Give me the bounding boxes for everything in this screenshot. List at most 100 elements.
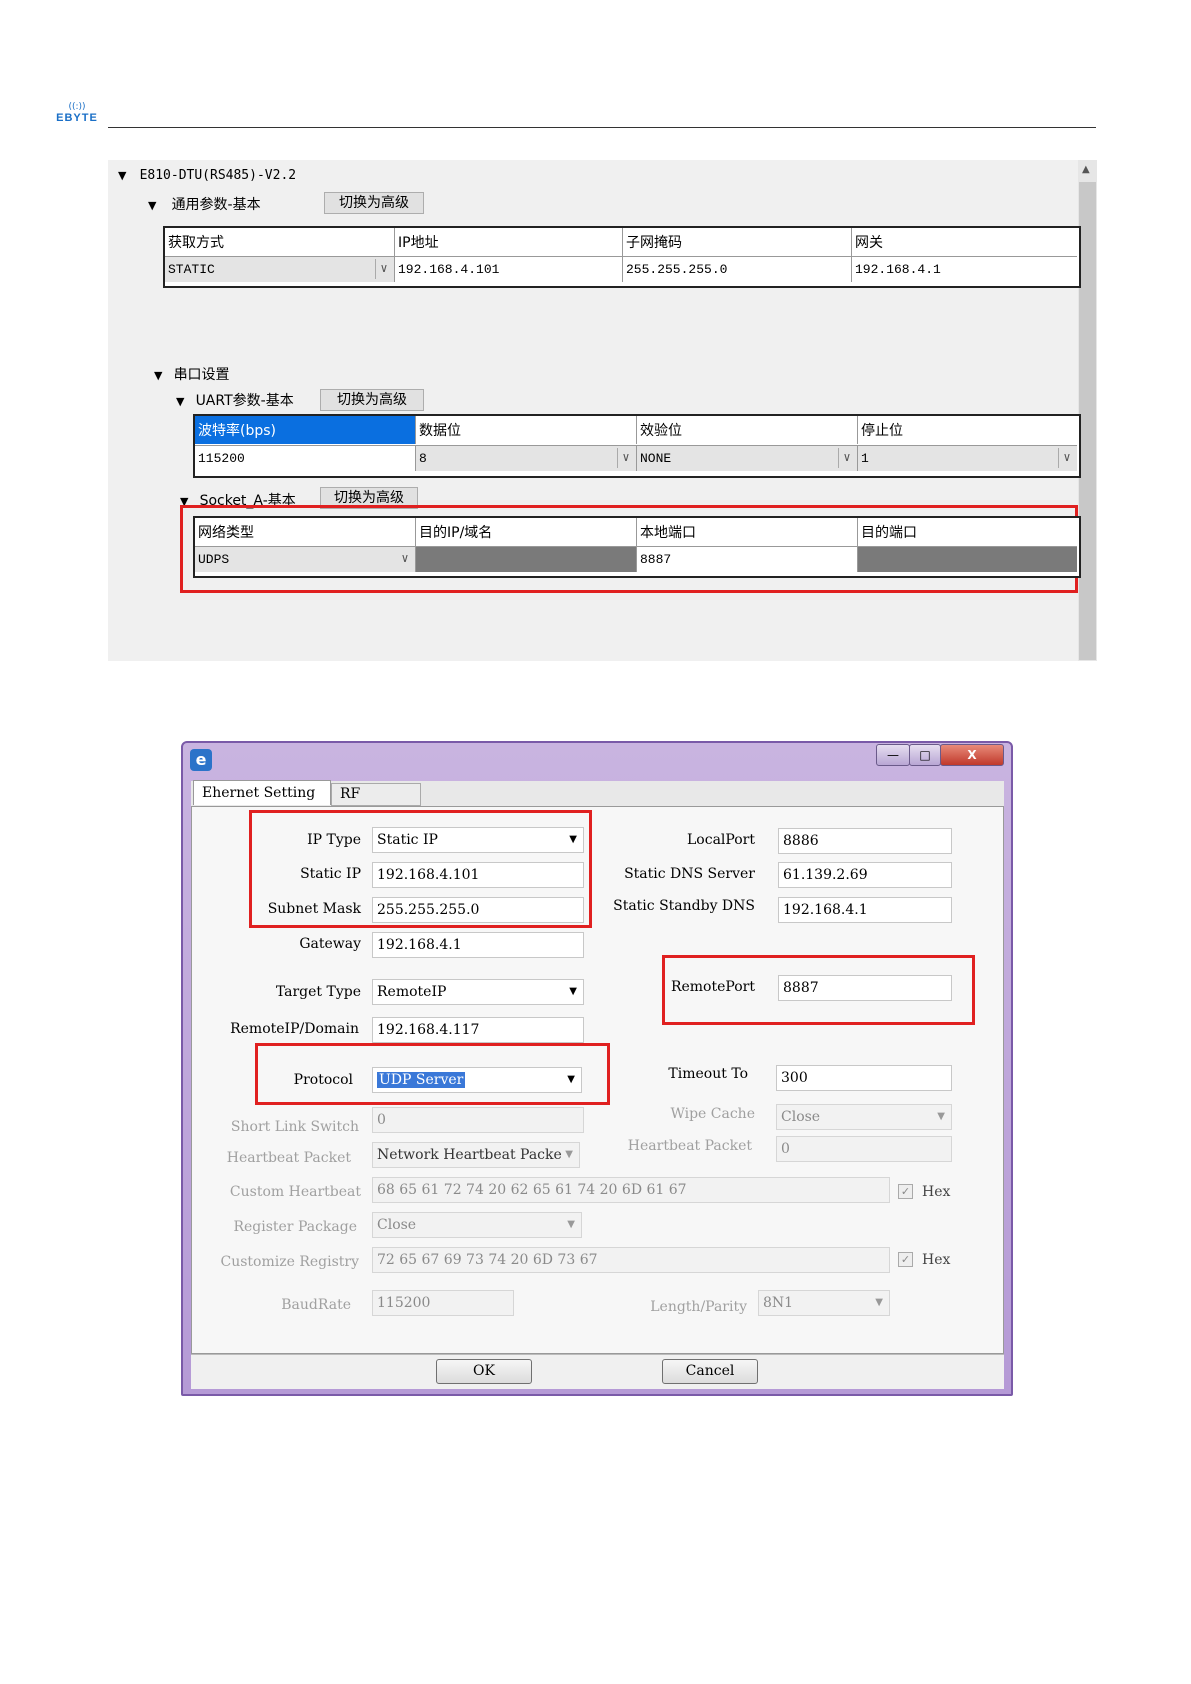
ok-button[interactable]: OK: [436, 1359, 532, 1384]
customize-registry-input: 72 65 67 69 73 74 20 6D 73 67: [372, 1247, 890, 1273]
local-port-input[interactable]: 8887: [637, 546, 858, 572]
dropdown-arrow-icon[interactable]: ▼: [569, 980, 577, 1004]
gateway-input-2[interactable]: 192.168.4.1: [372, 932, 584, 958]
standby-dns-input[interactable]: 192.168.4.1: [778, 897, 952, 923]
acquire-mode-select[interactable]: STATIC ∨: [165, 256, 395, 282]
baudrate-label: BaudRate: [281, 1297, 351, 1313]
remote-port-input[interactable]: 8887: [778, 975, 952, 1001]
general-switch-advanced-button[interactable]: 切换为高级: [324, 192, 424, 214]
dropdown-arrow-icon: ▼: [565, 1149, 573, 1160]
wipe-cache-label: Wipe Cache: [670, 1106, 755, 1122]
remote-domain-input[interactable]: 192.168.4.117: [372, 1017, 584, 1043]
remote-port-label: RemotePort: [670, 979, 755, 995]
minimize-button[interactable]: —: [876, 744, 910, 766]
network-type-value: UDPS: [198, 552, 230, 567]
header-gateway: 网关: [855, 235, 883, 251]
short-link-label: Short Link Switch: [230, 1119, 359, 1135]
header-target-ip: 目的IP/域名: [416, 518, 637, 546]
uart-switch-advanced-button[interactable]: 切换为高级: [320, 389, 424, 411]
custom-heartbeat-hex-checkbox[interactable]: ✓: [898, 1184, 913, 1199]
dropdown-arrow-icon: ▼: [567, 1219, 575, 1230]
gateway-input[interactable]: 192.168.4.1: [852, 256, 1077, 282]
header-divider: [108, 127, 1096, 128]
header-stop-bits: 停止位: [861, 423, 903, 439]
local-port-input-2[interactable]: 8886: [778, 828, 952, 854]
chevron-down-icon[interactable]: ∨: [838, 448, 855, 468]
collapse-triangle-icon[interactable]: ▼: [176, 395, 184, 408]
close-button[interactable]: X: [940, 744, 1004, 766]
acquire-mode-value: STATIC: [168, 262, 215, 277]
uart-params-title: UART参数-基本: [195, 393, 294, 409]
dropdown-arrow-icon: ▼: [875, 1297, 883, 1308]
tab-rf-setting[interactable]: RF Setting: [331, 783, 421, 823]
header-acquire-mode: 获取方式: [165, 228, 395, 256]
length-parity-value: 8N1: [763, 1295, 794, 1311]
data-bits-select[interactable]: 8 ∨: [416, 445, 637, 471]
target-ip-input: [416, 546, 637, 572]
custom-heartbeat-label: Custom Heartbeat: [229, 1184, 361, 1200]
subnet-mask-input[interactable]: 255.255.255.0: [623, 256, 852, 282]
gateway-label: Gateway: [299, 936, 361, 952]
length-parity-label: Length/Parity: [650, 1299, 747, 1315]
chevron-down-icon[interactable]: ∨: [617, 448, 634, 468]
tab-ethernet-setting[interactable]: Ehernet Setting: [193, 780, 331, 805]
parity-value: NONE: [640, 451, 672, 466]
ip-address-input[interactable]: 192.168.4.101: [395, 256, 623, 282]
check-icon: ✓: [900, 1185, 911, 1198]
stop-bits-select[interactable]: 1 ∨: [858, 445, 1077, 471]
wipe-cache-select: Close ▼: [776, 1104, 952, 1130]
network-type-select[interactable]: UDPS ∨: [195, 546, 416, 572]
static-dns-input[interactable]: 61.139.2.69: [778, 862, 952, 888]
maximize-button[interactable]: □: [909, 744, 941, 766]
header-ip-address: IP地址: [395, 228, 623, 256]
chevron-down-icon[interactable]: ∨: [1058, 448, 1075, 468]
check-icon: ✓: [900, 1253, 911, 1266]
heartbeat-packet-label: Heartbeat Packet: [226, 1150, 351, 1166]
remote-domain-label: RemoteIP/Domain: [230, 1021, 359, 1037]
heartbeat-packet-value: Network Heartbeat Packe: [377, 1147, 562, 1163]
target-type-label: Target Type: [275, 984, 361, 1000]
collapse-triangle-icon[interactable]: ▼: [154, 369, 162, 382]
chevron-down-icon[interactable]: ∨: [375, 259, 392, 279]
static-dns-label: Static DNS Server: [624, 866, 755, 882]
scrollbar-thumb[interactable]: [1079, 182, 1096, 660]
device-tree-node[interactable]: ▼ E810-DTU(RS485)-V2.2: [118, 164, 296, 183]
collapse-triangle-icon[interactable]: ▼: [148, 199, 156, 212]
hex-label-2: Hex: [922, 1252, 951, 1268]
register-package-value: Close: [377, 1217, 417, 1233]
length-parity-select: 8N1 ▼: [758, 1290, 890, 1316]
header-target-port: 目的端口: [861, 525, 917, 541]
window-footer: [191, 1354, 1004, 1389]
protocol-highlight-box: [255, 1043, 610, 1105]
collapse-triangle-icon[interactable]: ▼: [118, 169, 126, 182]
general-params-node[interactable]: ▼ 通用参数-基本: [148, 194, 261, 214]
target-type-select[interactable]: RemoteIP ▼: [372, 979, 584, 1005]
parity-select[interactable]: NONE ∨: [637, 445, 858, 471]
serial-settings-title: 串口设置: [173, 367, 230, 383]
baud-rate-input[interactable]: 115200: [195, 445, 416, 471]
uart-params-table: 波特率(bps) 数据位 效验位 停止位 115200 8 ∨ NONE ∨ 1…: [193, 414, 1081, 478]
target-type-value: RemoteIP: [377, 984, 447, 1000]
socket-params-table: 网络类型 目的IP/域名 本地端口 目的端口 UDPS ∨ 8887: [193, 516, 1081, 578]
heartbeat-packet-2-input: 0: [776, 1136, 952, 1162]
heartbeat-packet-2-label: Heartbeat Packet: [627, 1138, 752, 1154]
signal-waves-icon: ((:)): [68, 102, 86, 112]
uart-params-node[interactable]: ▼ UART参数-基本: [176, 390, 294, 410]
wipe-cache-value: Close: [781, 1109, 821, 1125]
header-data-bits: 数据位: [416, 416, 637, 444]
app-icon: e: [190, 749, 212, 771]
customize-registry-hex-checkbox[interactable]: ✓: [898, 1252, 913, 1267]
chevron-down-icon[interactable]: ∨: [397, 549, 413, 569]
baudrate-input: 115200: [372, 1290, 514, 1316]
general-params-table: 获取方式 IP地址 子网掩码 网关 STATIC ∨ 192.168.4.101…: [163, 226, 1081, 288]
cancel-button[interactable]: Cancel: [662, 1359, 758, 1384]
header-network-type: 网络类型: [195, 518, 416, 546]
timeout-input[interactable]: 300: [776, 1065, 952, 1091]
serial-settings-node[interactable]: ▼ 串口设置: [154, 364, 230, 384]
heartbeat-packet-select: Network Heartbeat Packe ▼: [372, 1142, 580, 1168]
scroll-up-icon[interactable]: ▲: [1082, 164, 1090, 175]
dropdown-arrow-icon: ▼: [937, 1111, 945, 1122]
register-package-select: Close ▼: [372, 1212, 582, 1238]
ebyte-logo: ((:)) EBYTE: [52, 102, 102, 128]
brand-name: EBYTE: [56, 112, 98, 124]
